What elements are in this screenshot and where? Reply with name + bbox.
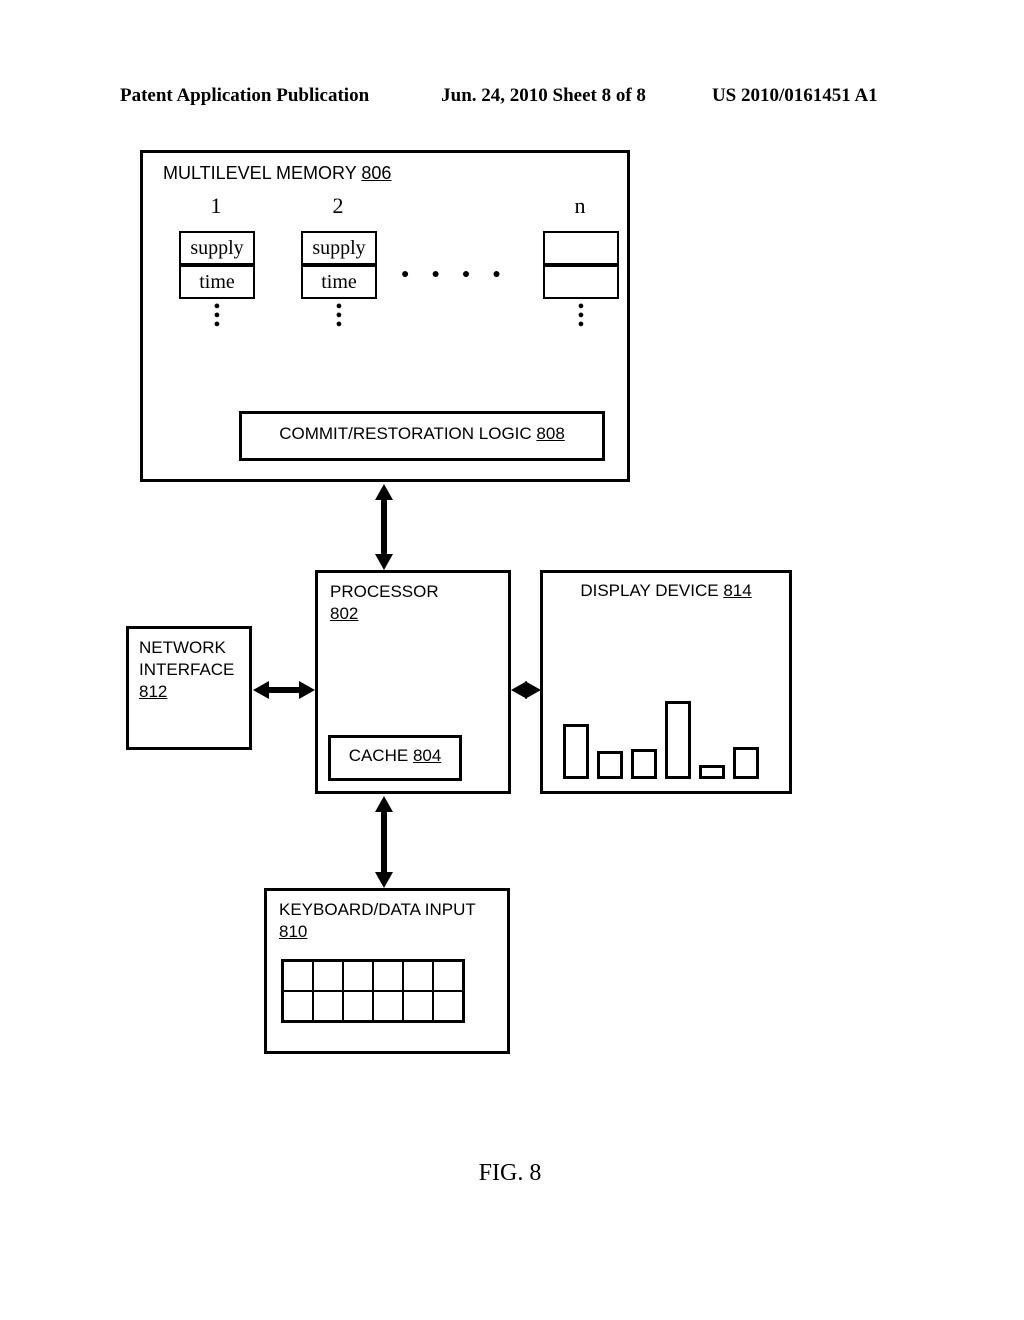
arrowhead-up-icon — [375, 484, 393, 500]
vdots-icon: ●●● — [179, 299, 255, 332]
key-cell — [283, 991, 313, 1021]
arrow-processor-keyboard — [381, 810, 387, 872]
arrowhead-up-icon — [375, 796, 393, 812]
mem1-cell-time: time — [179, 265, 255, 299]
display-ref: 814 — [723, 581, 751, 600]
col-index-2: 2 — [323, 193, 353, 219]
network-label1: NETWORK — [139, 638, 226, 657]
arrowhead-down-icon — [375, 872, 393, 888]
figure-label: FIG. 8 — [120, 1160, 900, 1187]
bar-3 — [631, 749, 657, 779]
arrow-memory-processor — [381, 498, 387, 554]
processor-title: PROCESSOR 802 — [330, 581, 439, 625]
keyboard-ref: 810 — [279, 922, 307, 941]
memory-ref: 806 — [361, 163, 391, 183]
mem2-cell-supply: supply — [301, 231, 377, 265]
vdots-icon: ●●● — [543, 299, 619, 332]
commit-restoration-box: COMMIT/RESTORATION LOGIC 808 — [239, 411, 605, 461]
key-cell — [343, 991, 373, 1021]
keyboard-box: KEYBOARD/DATA INPUT 810 — [264, 888, 510, 1054]
page-header: Patent Application Publication Jun. 24, … — [120, 85, 900, 107]
memory-column-2: supply time ●●● — [301, 231, 377, 332]
key-cell — [283, 961, 313, 991]
memory-column-n: ●●● — [543, 231, 619, 332]
arrowhead-right-icon — [299, 681, 315, 699]
memn-cell-blank2 — [543, 265, 619, 299]
key-cell — [313, 961, 343, 991]
processor-label: PROCESSOR — [330, 582, 439, 601]
header-mid: Jun. 24, 2010 Sheet 8 of 8 — [441, 85, 646, 107]
display-title: DISPLAY DEVICE 814 — [543, 581, 789, 601]
cache-ref: 804 — [413, 746, 441, 765]
key-cell — [433, 991, 463, 1021]
memn-cell-blank1 — [543, 231, 619, 265]
key-cell — [433, 961, 463, 991]
mem1-cell-supply: supply — [179, 231, 255, 265]
bar-5 — [699, 765, 725, 779]
bar-4 — [665, 701, 691, 779]
arrowhead-right-icon — [525, 681, 541, 699]
network-label2: INTERFACE — [139, 660, 234, 679]
hdots-icon: ●●●● — [401, 265, 523, 281]
commit-ref: 808 — [536, 424, 564, 443]
commit-label: COMMIT/RESTORATION LOGIC — [279, 424, 532, 443]
network-ref: 812 — [139, 682, 167, 701]
cache-label: CACHE — [349, 746, 409, 765]
display-label: DISPLAY DEVICE — [580, 581, 718, 600]
arrowhead-down-icon — [375, 554, 393, 570]
keyboard-label: KEYBOARD/DATA INPUT — [279, 900, 476, 919]
network-interface-box: NETWORK INTERFACE 812 — [126, 626, 252, 750]
keyboard-grid — [281, 959, 465, 1023]
processor-box: PROCESSOR 802 CACHE 804 — [315, 570, 511, 794]
bar-1 — [563, 724, 589, 779]
vdots-icon: ●●● — [301, 299, 377, 332]
arrow-network-processor — [268, 687, 299, 693]
arrowhead-left-icon — [253, 681, 269, 699]
col-index-n: n — [565, 193, 595, 219]
header-left: Patent Application Publication — [120, 85, 369, 107]
header-right: US 2010/0161451 A1 — [712, 85, 878, 107]
network-title: NETWORK INTERFACE 812 — [139, 637, 234, 703]
cache-box: CACHE 804 — [328, 735, 462, 781]
display-bar-chart — [563, 679, 773, 779]
memory-label: MULTILEVEL MEMORY — [163, 163, 356, 183]
key-cell — [373, 961, 403, 991]
display-device-box: DISPLAY DEVICE 814 — [540, 570, 792, 794]
bar-6 — [733, 747, 759, 779]
figure-diagram: MULTILEVEL MEMORY 806 1 2 n supply time … — [120, 150, 900, 1180]
key-cell — [403, 961, 433, 991]
bar-2 — [597, 751, 623, 779]
key-cell — [373, 991, 403, 1021]
key-cell — [343, 961, 373, 991]
keyboard-title: KEYBOARD/DATA INPUT 810 — [279, 899, 476, 943]
mem2-cell-time: time — [301, 265, 377, 299]
memory-column-1: supply time ●●● — [179, 231, 255, 332]
memory-title: MULTILEVEL MEMORY 806 — [163, 163, 391, 184]
col-index-1: 1 — [201, 193, 231, 219]
key-cell — [313, 991, 343, 1021]
processor-ref: 802 — [330, 604, 358, 623]
multilevel-memory-box: MULTILEVEL MEMORY 806 1 2 n supply time … — [140, 150, 630, 482]
key-cell — [403, 991, 433, 1021]
